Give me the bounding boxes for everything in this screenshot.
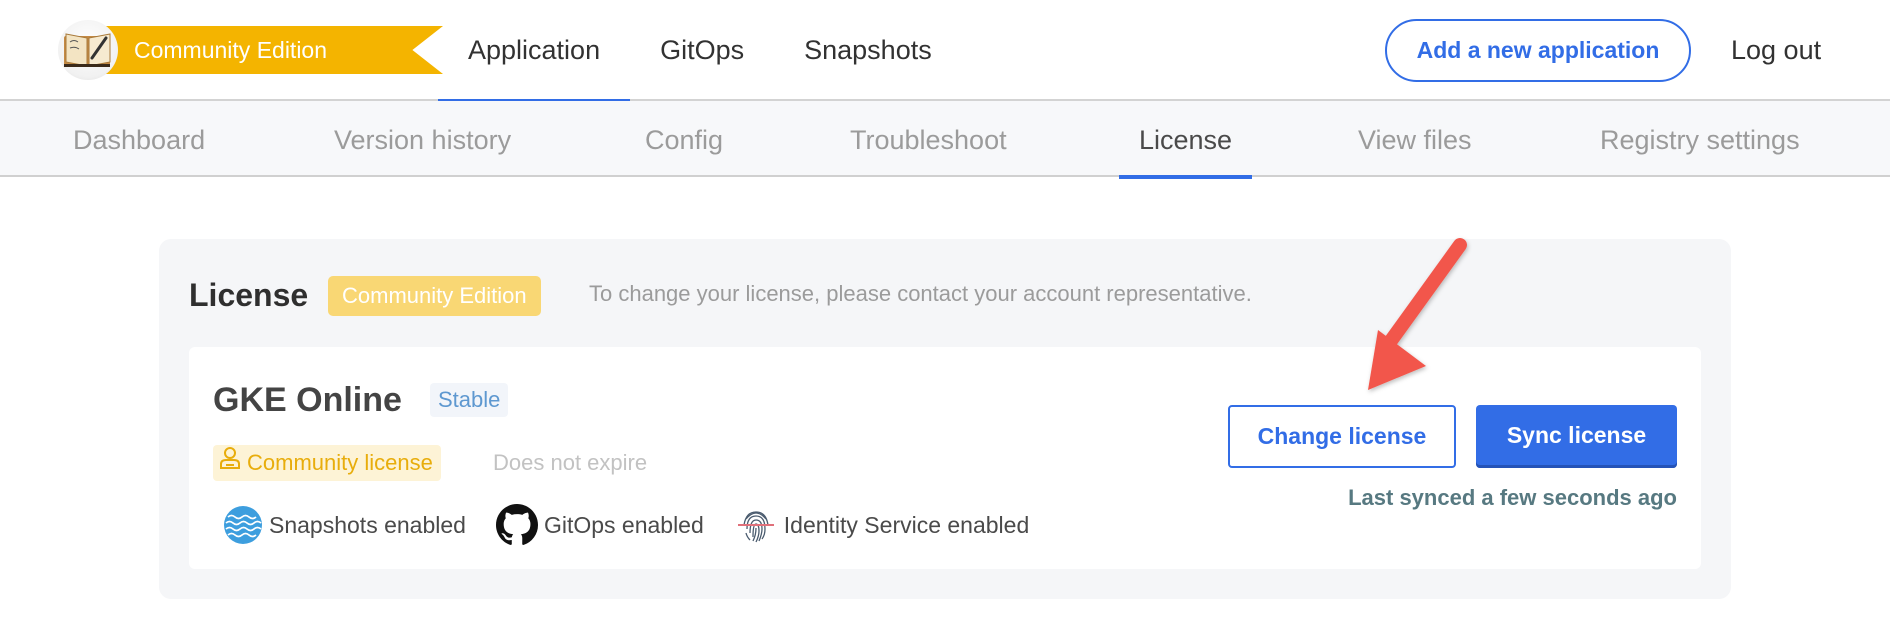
edition-badge: Community Edition <box>328 276 541 316</box>
app-name: GKE Online <box>213 381 402 419</box>
tab-config[interactable]: Config <box>645 101 723 177</box>
guest-book-logo-icon <box>58 20 118 80</box>
main-nav-application[interactable]: Application <box>438 0 631 103</box>
feature-label: Identity Service enabled <box>783 511 1030 538</box>
tab-license[interactable]: License <box>1118 101 1253 179</box>
sync-license-button[interactable]: Sync license <box>1476 405 1677 468</box>
snapshots-waves-icon <box>223 505 263 545</box>
main-nav-gitops[interactable]: GitOps <box>630 0 774 101</box>
github-icon <box>495 504 538 546</box>
feature-list: Snapshots enabled GitOps enabled Identit… <box>223 503 1059 547</box>
tab-view-files[interactable]: View files <box>1358 101 1472 177</box>
feature-snapshots: Snapshots enabled <box>223 505 466 545</box>
main-nav: Application GitOps Snapshots <box>438 0 962 103</box>
tab-version-history[interactable]: Version history <box>334 101 511 177</box>
tab-dashboard[interactable]: Dashboard <box>73 101 205 177</box>
license-section: License Community Edition To change your… <box>159 239 1731 599</box>
license-type-label: Community license <box>247 450 433 475</box>
add-application-button[interactable]: Add a new application <box>1385 19 1691 82</box>
channel-badge: Stable <box>430 383 509 417</box>
feature-identity-service: Identity Service enabled <box>734 503 1030 547</box>
tab-registry-settings[interactable]: Registry settings <box>1600 101 1800 177</box>
license-card: GKE Online Stable Community license Does… <box>189 347 1701 569</box>
sub-navigation: Dashboard Version history Config Trouble… <box>0 101 1890 179</box>
logout-link[interactable]: Log out <box>1731 19 1821 82</box>
license-note: To change your license, please contact y… <box>589 281 1252 306</box>
main-nav-snapshots[interactable]: Snapshots <box>774 0 962 101</box>
feature-label: Snapshots enabled <box>269 511 466 538</box>
change-license-button[interactable]: Change license <box>1228 405 1456 468</box>
feature-label: GitOps enabled <box>543 511 704 538</box>
top-navigation: Community Edition Application GitOps Sna… <box>0 0 1890 103</box>
feature-gitops: GitOps enabled <box>495 504 704 546</box>
user-icon <box>219 445 241 481</box>
license-heading: License <box>189 277 309 313</box>
edition-label: Community Edition <box>134 37 328 63</box>
last-synced-status: Last synced a few seconds ago <box>1348 485 1677 510</box>
fingerprint-icon <box>734 503 778 547</box>
license-type-badge: Community license <box>213 445 441 481</box>
expiry-label: Does not expire <box>493 450 648 475</box>
tab-troubleshoot[interactable]: Troubleshoot <box>850 101 1007 177</box>
